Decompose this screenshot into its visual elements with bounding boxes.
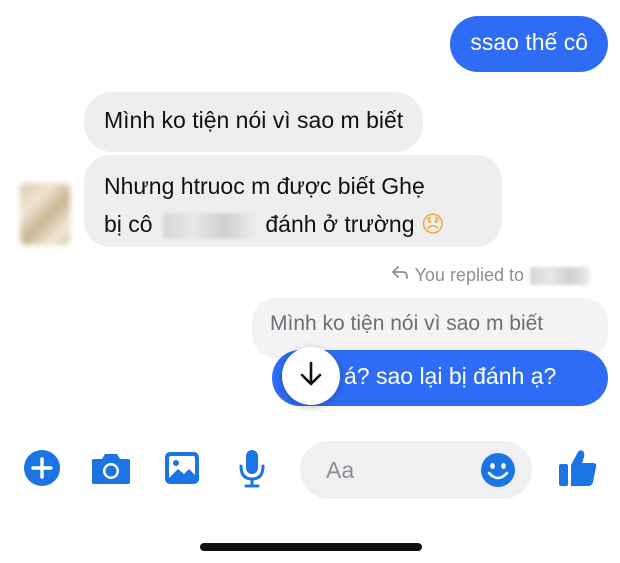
message-line: Nhưng htruoc m được biết Ghẹ xyxy=(104,173,425,199)
message-text: á? sao lại bị đánh ạ? xyxy=(344,363,557,389)
scroll-to-bottom-button[interactable] xyxy=(282,347,340,405)
emoji-icon[interactable] xyxy=(480,452,516,488)
photo-button[interactable] xyxy=(160,448,204,492)
message-text: bị cô xyxy=(104,211,153,237)
reply-arrow-icon xyxy=(391,265,409,286)
camera-icon xyxy=(90,450,132,491)
received-message-bubble[interactable]: Nhưng htruoc m được biết Ghẹ bị cô đánh … xyxy=(84,155,502,247)
reply-meta-label: You replied to xyxy=(414,265,524,285)
quoted-text: Mình ko tiện nói vì sao m biết xyxy=(270,312,544,335)
reply-indicator: You replied to xyxy=(391,265,590,286)
message-text: đánh ở trường xyxy=(265,211,415,237)
message-input[interactable] xyxy=(324,455,478,485)
redacted-name xyxy=(162,212,255,239)
sender-avatar[interactable] xyxy=(20,183,70,245)
message-text: ssao thế cô xyxy=(470,29,588,55)
redacted-name xyxy=(530,266,590,285)
thumbs-up-icon xyxy=(557,448,599,493)
microphone-icon xyxy=(237,448,267,493)
sad-emoji: 😞 xyxy=(420,212,445,238)
message-line: bị cô đánh ở trường 😞 xyxy=(104,205,482,244)
plus-button[interactable] xyxy=(20,448,64,492)
received-message-bubble[interactable]: Mình ko tiện nói vì sao m biết xyxy=(84,92,424,152)
camera-button[interactable] xyxy=(89,448,133,492)
sent-message-bubble[interactable]: ssao thế cô xyxy=(450,16,608,72)
message-composer[interactable] xyxy=(300,441,532,499)
microphone-button[interactable] xyxy=(230,448,274,492)
message-text: Mình ko tiện nói vì sao m biết xyxy=(104,107,404,133)
scroll-down-arrow-icon xyxy=(299,361,323,392)
plus-icon xyxy=(22,448,62,493)
home-indicator[interactable] xyxy=(200,543,422,551)
photo-icon xyxy=(163,450,201,491)
like-button[interactable] xyxy=(556,448,600,492)
